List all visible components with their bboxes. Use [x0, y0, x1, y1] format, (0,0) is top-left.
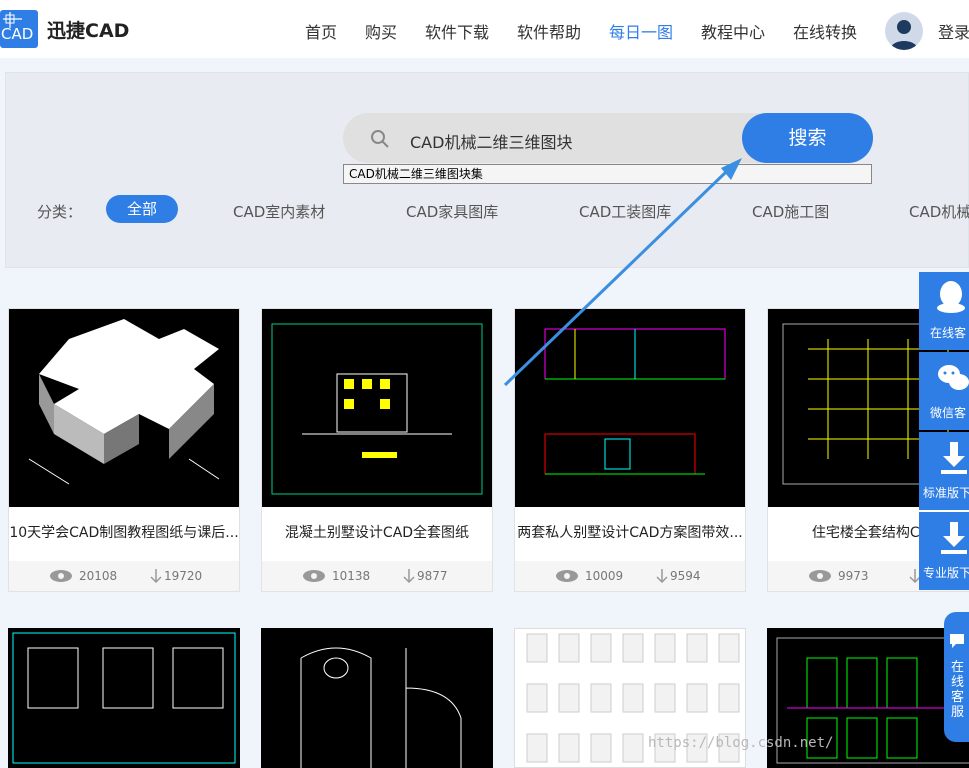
qq-icon [937, 281, 965, 313]
download-icon [941, 522, 967, 554]
sidebar-wechat-service[interactable]: 微信客 [919, 352, 969, 430]
sidebar-pro-download[interactable]: 专业版下 [919, 512, 969, 590]
sidebar-label: 专业版下 [923, 566, 969, 580]
download-icon [941, 442, 967, 474]
watermark: https://blog.csdn.net/ [648, 735, 834, 751]
sidebar-label: 微信客 [930, 406, 967, 420]
annotation-arrow-icon [503, 158, 742, 387]
sidebar-label: 在线客 [930, 326, 967, 340]
wechat-icon [938, 365, 969, 390]
online-service-label: 在线客服 [951, 660, 965, 720]
sidebar-standard-download[interactable]: 标准版下 [919, 432, 969, 510]
chat-bubble-icon [950, 634, 964, 648]
online-service-tab[interactable]: 在线客服 [944, 612, 969, 742]
sidebar-online-service[interactable]: 在线客 [919, 272, 969, 350]
sidebar-label: 标准版下 [923, 486, 969, 500]
